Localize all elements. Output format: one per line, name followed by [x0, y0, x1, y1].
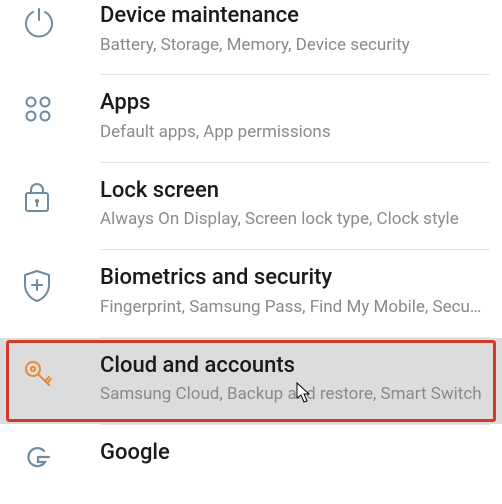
item-subtitle: Fingerprint, Samsung Pass, Find My Mobil… — [100, 296, 484, 319]
item-title: Biometrics and security — [100, 264, 484, 292]
settings-item-device-maintenance[interactable]: Device maintenance Battery, Storage, Mem… — [0, 0, 502, 74]
google-g-icon — [22, 439, 70, 475]
apps-grid-icon — [22, 89, 70, 125]
item-title: Lock screen — [100, 177, 484, 205]
settings-screen: Device maintenance Battery, Storage, Mem… — [0, 0, 502, 504]
item-subtitle: Always On Display, Screen lock type, Clo… — [100, 208, 484, 231]
settings-item-google[interactable]: Google — [0, 425, 502, 477]
lock-icon — [22, 177, 70, 215]
item-title: Cloud and accounts — [100, 352, 484, 380]
item-subtitle: Samsung Cloud, Backup and restore, Smart… — [100, 383, 484, 406]
settings-item-biometrics-security[interactable]: Biometrics and security Fingerprint, Sam… — [0, 250, 502, 336]
settings-item-apps[interactable]: Apps Default apps, App permissions — [0, 75, 502, 161]
power-arc-icon — [22, 2, 70, 40]
key-icon — [22, 352, 70, 390]
shield-plus-icon — [22, 264, 70, 304]
item-subtitle: Default apps, App permissions — [100, 121, 484, 144]
item-subtitle: Battery, Storage, Memory, Device securit… — [100, 34, 484, 57]
settings-item-lock-screen[interactable]: Lock screen Always On Display, Screen lo… — [0, 163, 502, 249]
item-title: Google — [100, 439, 484, 467]
item-title: Device maintenance — [100, 2, 484, 30]
settings-item-cloud-accounts[interactable]: Cloud and accounts Samsung Cloud, Backup… — [0, 338, 502, 424]
item-title: Apps — [100, 89, 484, 117]
settings-list: Device maintenance Battery, Storage, Mem… — [0, 0, 502, 477]
